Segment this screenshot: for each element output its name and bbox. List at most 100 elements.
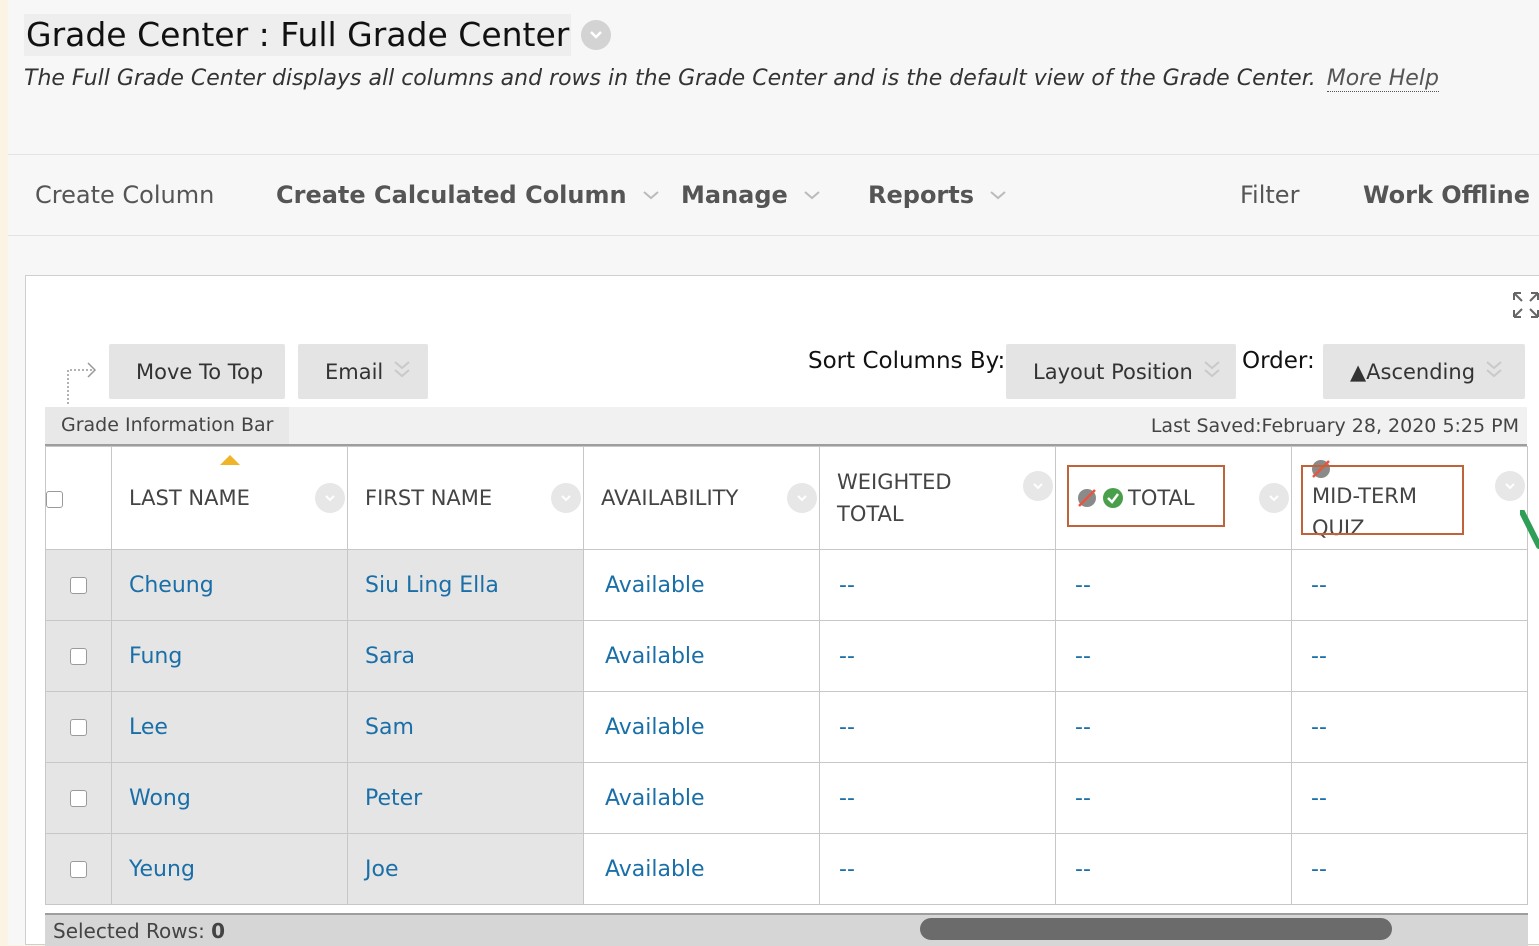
chevron-down-icon[interactable] — [1259, 483, 1289, 513]
grade-cell[interactable]: -- — [819, 762, 1056, 834]
chevron-down-icon — [802, 185, 822, 205]
grade-cell[interactable]: -- — [1055, 762, 1292, 834]
annotation-arrow-icon — [1520, 510, 1539, 549]
row-checkbox[interactable] — [70, 719, 87, 736]
chevron-down-icon[interactable] — [1495, 471, 1525, 501]
availability-link[interactable]: Available — [584, 857, 705, 882]
more-help-link[interactable]: More Help — [1326, 66, 1439, 92]
grade-cell[interactable]: -- — [819, 549, 1056, 621]
chevron-down-icon[interactable] — [581, 20, 612, 50]
grade-value: -- — [839, 572, 855, 598]
first-name-link[interactable]: Sam — [348, 715, 414, 740]
grade-information-bar: Grade Information Bar Last Saved:Februar… — [45, 407, 1527, 446]
column-header-first-name[interactable]: FIRST NAME — [347, 446, 584, 550]
grade-value: -- — [1311, 714, 1327, 740]
grade-value: -- — [839, 856, 855, 882]
last-name-link[interactable]: Lee — [112, 715, 168, 740]
availability-link[interactable]: Available — [584, 573, 705, 598]
last-name-link[interactable]: Fung — [112, 644, 182, 669]
sort-ascending-icon — [220, 455, 240, 465]
sort-columns-by-select[interactable]: Layout Position — [1006, 344, 1236, 399]
move-to-top-arrow-icon — [67, 362, 97, 404]
table-footer: Selected Rows: 0 — [45, 913, 1528, 946]
column-header-total[interactable]: TOTAL — [1055, 446, 1292, 550]
last-name-cell: Wong — [111, 762, 348, 834]
availability-cell: Available — [583, 833, 820, 905]
grade-value: -- — [1311, 856, 1327, 882]
grade-value: -- — [1075, 643, 1091, 669]
horizontal-scrollbar[interactable] — [920, 918, 1392, 940]
last-name-cell: Lee — [111, 691, 348, 763]
grade-information-tab[interactable]: Grade Information Bar — [45, 407, 290, 444]
chevron-down-icon[interactable] — [315, 483, 345, 513]
availability-cell: Available — [583, 620, 820, 692]
table-row: Lee Sam Available -- -- -- — [45, 691, 1528, 763]
email-label: Email — [325, 359, 384, 384]
grade-cell[interactable]: -- — [1291, 833, 1528, 905]
first-name-cell: Peter — [347, 762, 584, 834]
chevron-down-icon[interactable] — [1023, 471, 1053, 501]
availability-link[interactable]: Available — [584, 644, 705, 669]
column-header-label: WEIGHTED TOTAL — [837, 470, 952, 526]
grade-table: LAST NAME FIRST NAME AVAILABILITY WEIGHT… — [45, 446, 1528, 905]
first-name-link[interactable]: Peter — [348, 786, 422, 811]
first-name-link[interactable]: Siu Ling Ella — [348, 573, 499, 598]
move-to-top-button[interactable]: Move To Top — [109, 344, 285, 399]
email-button[interactable]: Email — [298, 344, 428, 399]
manage-menu[interactable]: Manage — [681, 181, 822, 209]
last-name-link[interactable]: Yeung — [112, 857, 195, 882]
action-toolbar: Create Column Create Calculated Column M… — [8, 154, 1539, 236]
availability-cell: Available — [583, 549, 820, 621]
last-name-cell: Yeung — [111, 833, 348, 905]
move-to-top-label: Move To Top — [136, 359, 264, 384]
chevron-down-icon[interactable] — [551, 483, 581, 513]
chevron-down-icon — [988, 185, 1008, 205]
column-header-weighted-total[interactable]: WEIGHTED TOTAL — [819, 446, 1056, 550]
create-column-button[interactable]: Create Column — [35, 181, 214, 209]
column-header-last-name[interactable]: LAST NAME — [111, 446, 348, 550]
last-saved-status: Last Saved:February 28, 2020 5:25 PM — [1150, 415, 1519, 437]
grade-cell[interactable]: -- — [1291, 549, 1528, 621]
highlight-box — [1067, 465, 1225, 527]
select-all-checkbox[interactable] — [46, 490, 63, 508]
order-value: ▲Ascending — [1350, 359, 1476, 384]
work-offline-menu[interactable]: Work Offline — [1363, 181, 1539, 209]
first-name-link[interactable]: Joe — [348, 857, 398, 882]
row-checkbox[interactable] — [70, 648, 87, 665]
grade-cell[interactable]: -- — [1291, 691, 1528, 763]
expand-icon[interactable] — [1511, 290, 1539, 320]
grade-cell[interactable]: -- — [1055, 620, 1292, 692]
row-checkbox[interactable] — [70, 861, 87, 878]
row-checkbox[interactable] — [70, 790, 87, 807]
first-name-cell: Sam — [347, 691, 584, 763]
grade-value: -- — [839, 785, 855, 811]
first-name-link[interactable]: Sara — [348, 644, 415, 669]
column-header-mid-term-quiz[interactable]: MID-TERM QUIZ — [1291, 446, 1528, 550]
order-select[interactable]: ▲Ascending — [1323, 344, 1525, 399]
availability-link[interactable]: Available — [584, 786, 705, 811]
order-label: Order: — [1242, 348, 1315, 374]
grade-cell[interactable]: -- — [819, 833, 1056, 905]
reports-menu[interactable]: Reports — [868, 181, 1008, 209]
create-calculated-column-menu[interactable]: Create Calculated Column — [276, 181, 661, 209]
last-name-link[interactable]: Wong — [112, 786, 191, 811]
availability-link[interactable]: Available — [584, 715, 705, 740]
filter-button[interactable]: Filter — [1240, 181, 1299, 209]
grade-cell[interactable]: -- — [819, 620, 1056, 692]
grade-cell[interactable]: -- — [1055, 833, 1292, 905]
grade-cell[interactable]: -- — [819, 691, 1056, 763]
row-checkbox[interactable] — [70, 577, 87, 594]
grade-value: -- — [1075, 714, 1091, 740]
grade-cell[interactable]: -- — [1055, 691, 1292, 763]
last-name-link[interactable]: Cheung — [112, 573, 214, 598]
first-name-cell: Joe — [347, 833, 584, 905]
grade-cell[interactable]: -- — [1291, 762, 1528, 834]
reports-label: Reports — [868, 181, 975, 209]
sort-columns-by-value: Layout Position — [1033, 359, 1193, 384]
row-select-cell — [45, 620, 112, 692]
chevron-down-icon[interactable] — [787, 483, 817, 513]
grade-cell[interactable]: -- — [1055, 549, 1292, 621]
grade-value: -- — [839, 643, 855, 669]
column-header-availability[interactable]: AVAILABILITY — [583, 446, 820, 550]
grade-cell[interactable]: -- — [1291, 620, 1528, 692]
